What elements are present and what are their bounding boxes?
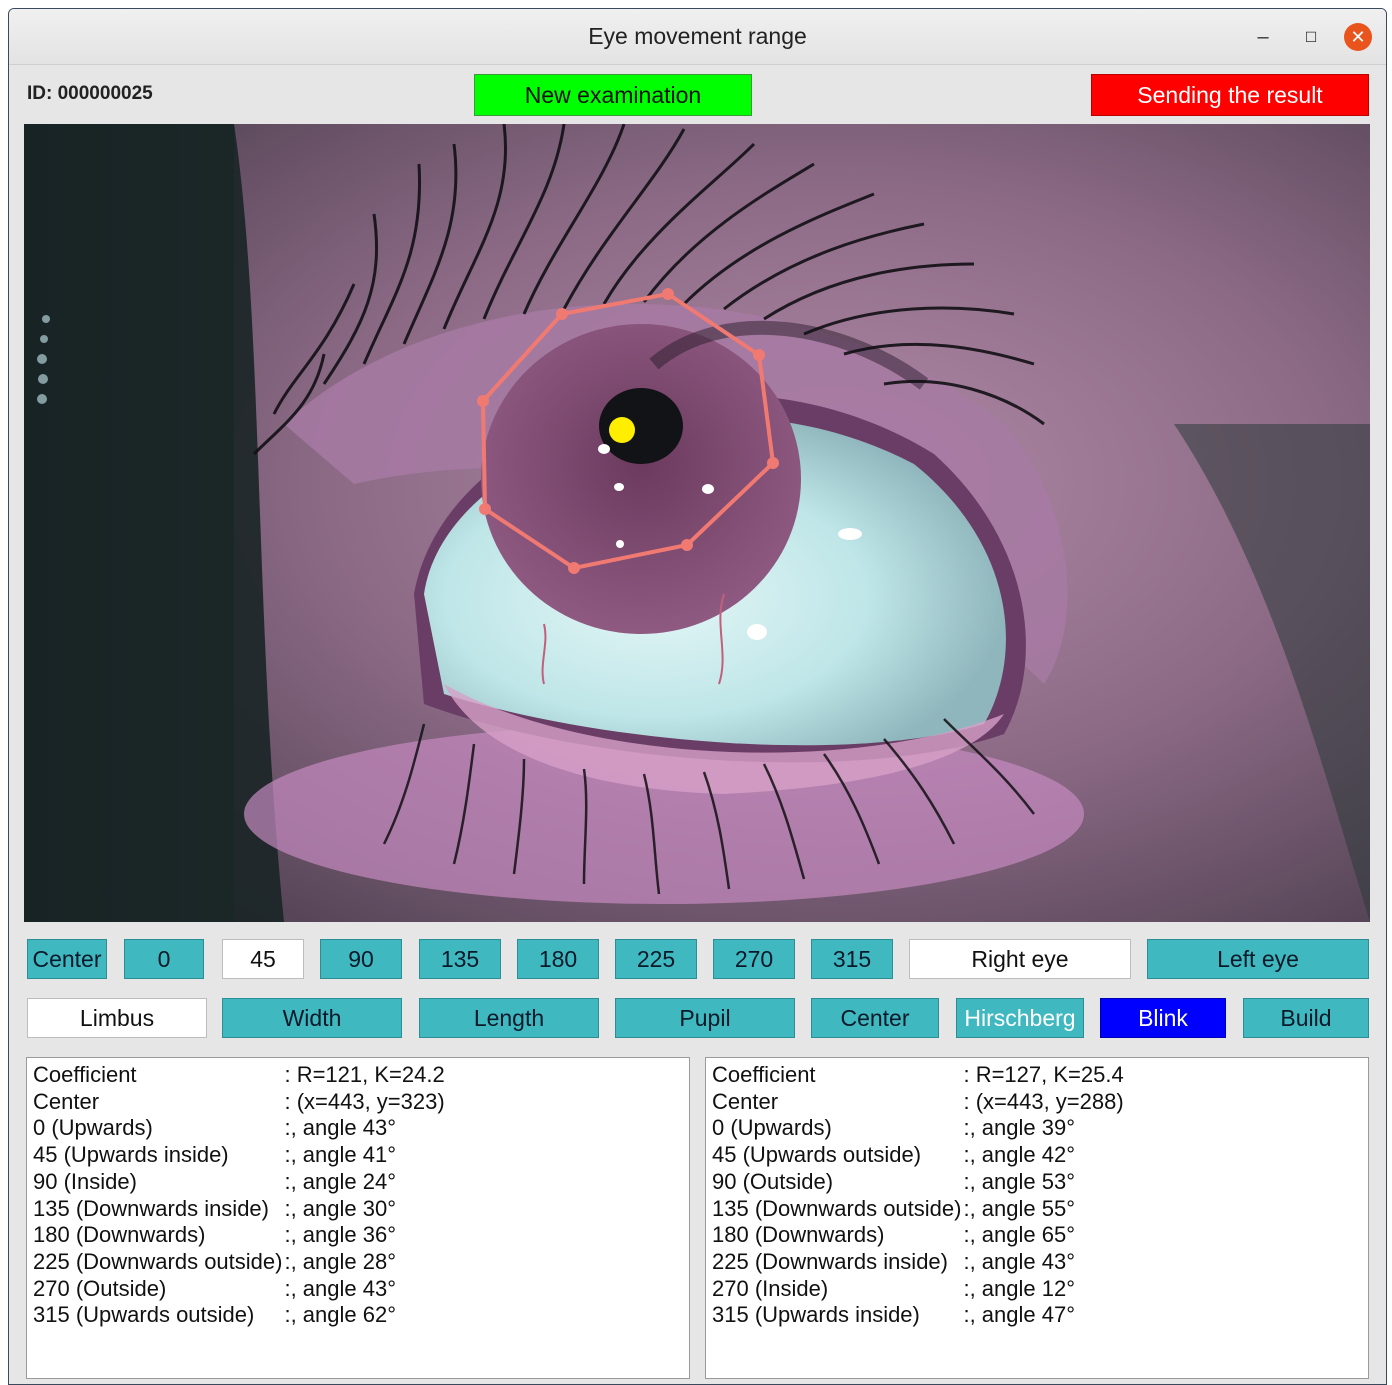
result-value: :, angle 65° bbox=[963, 1222, 1076, 1248]
result-key: 90 (Inside) bbox=[33, 1168, 137, 1194]
result-value: : (x=443, y=288) bbox=[963, 1088, 1124, 1114]
result-value: :, angle 43° bbox=[284, 1115, 397, 1141]
result-value: :, angle 36° bbox=[284, 1222, 397, 1248]
result-key: 270 (Inside) bbox=[712, 1275, 829, 1301]
pupil-button[interactable]: Pupil bbox=[615, 998, 795, 1038]
hirschberg-button[interactable]: Hirschberg bbox=[956, 998, 1084, 1038]
patient-id-label: ID: 000000025 bbox=[27, 83, 153, 104]
result-value: : R=127, K=25.4 bbox=[963, 1062, 1124, 1087]
result-value: :, angle 43° bbox=[963, 1248, 1076, 1274]
result-key: 225 (Downwards inside) bbox=[712, 1248, 948, 1274]
result-value: :, angle 12° bbox=[963, 1275, 1076, 1301]
result-key: 45 (Upwards inside) bbox=[33, 1142, 229, 1168]
pupil-center-marker bbox=[609, 417, 635, 443]
close-icon[interactable]: ✕ bbox=[1344, 23, 1372, 51]
table-row: Center : (x=443, y=288) bbox=[712, 1089, 1124, 1116]
direction-button-90[interactable]: 90 bbox=[320, 939, 402, 979]
send-result-button[interactable]: Sending the result bbox=[1091, 74, 1369, 116]
limbus-button[interactable]: Limbus bbox=[27, 998, 207, 1038]
result-key: 225 (Downwards outside) bbox=[33, 1248, 283, 1274]
table-row: Coefficient : R=127, K=25.4 bbox=[712, 1062, 1124, 1089]
table-row: 270 (Inside) :, angle 12° bbox=[712, 1276, 1124, 1303]
result-key: 135 (Downwards outside) bbox=[712, 1195, 962, 1221]
direction-button-270[interactable]: 270 bbox=[713, 939, 795, 979]
result-value: :, angle 62° bbox=[284, 1302, 397, 1328]
table-row: 315 (Upwards outside) :, angle 62° bbox=[33, 1302, 445, 1329]
window-title: Eye movement range bbox=[588, 23, 807, 49]
result-key: Center bbox=[33, 1088, 100, 1114]
right-eye-results-panel[interactable]: Coefficient : R=121, K=24.2 Center : (x=44… bbox=[26, 1057, 690, 1379]
direction-button-180[interactable]: 180 bbox=[517, 939, 599, 979]
result-key: 180 (Downwards) bbox=[33, 1222, 206, 1248]
direction-button-0[interactable]: 0 bbox=[124, 939, 204, 979]
left-eye-results-table: Coefficient : R=127, K=25.4 Center : (x=44… bbox=[712, 1062, 1124, 1329]
table-row: 90 (Inside) :, angle 24° bbox=[33, 1169, 445, 1196]
direction-button-45[interactable]: 45 bbox=[222, 939, 304, 979]
table-row: 315 (Upwards inside) :, angle 47° bbox=[712, 1302, 1124, 1329]
table-row: Coefficient : R=121, K=24.2 bbox=[33, 1062, 445, 1089]
result-key: 180 (Downwards) bbox=[712, 1222, 885, 1248]
result-value: :, angle 53° bbox=[963, 1168, 1076, 1194]
result-key: 45 (Upwards outside) bbox=[712, 1142, 922, 1168]
result-value: :, angle 39° bbox=[963, 1115, 1076, 1141]
direction-button-225[interactable]: 225 bbox=[615, 939, 697, 979]
result-key: Coefficient bbox=[33, 1062, 137, 1087]
app-window: Eye movement range – ☐ ✕ ID: 000000025 N… bbox=[8, 8, 1387, 1385]
direction-button-135[interactable]: 135 bbox=[419, 939, 501, 979]
result-value: :, angle 30° bbox=[284, 1195, 397, 1221]
maximize-icon[interactable]: ☐ bbox=[1297, 23, 1325, 51]
result-value: :, angle 28° bbox=[284, 1248, 397, 1274]
result-key: Center bbox=[712, 1088, 779, 1114]
minimize-icon[interactable]: – bbox=[1249, 23, 1277, 51]
left-eye-button[interactable]: Left eye bbox=[1147, 939, 1369, 979]
result-value: : (x=443, y=323) bbox=[284, 1088, 445, 1114]
result-value: :, angle 47° bbox=[963, 1302, 1076, 1328]
table-row: 135 (Downwards inside) :, angle 30° bbox=[33, 1196, 445, 1223]
direction-button-315[interactable]: 315 bbox=[811, 939, 893, 979]
table-row: 270 (Outside) :, angle 43° bbox=[33, 1276, 445, 1303]
table-row: 0 (Upwards) :, angle 39° bbox=[712, 1115, 1124, 1142]
blink-button[interactable]: Blink bbox=[1100, 998, 1226, 1038]
table-row: 180 (Downwards) :, angle 65° bbox=[712, 1222, 1124, 1249]
direction-button-center[interactable]: Center bbox=[27, 939, 107, 979]
eye-image-view[interactable] bbox=[24, 124, 1370, 922]
result-key: 0 (Upwards) bbox=[33, 1115, 153, 1141]
table-row: 135 (Downwards outside):, angle 55° bbox=[712, 1196, 1124, 1223]
table-row: 90 (Outside) :, angle 53° bbox=[712, 1169, 1124, 1196]
length-button[interactable]: Length bbox=[419, 998, 599, 1038]
table-row: Center : (x=443, y=323) bbox=[33, 1089, 445, 1116]
result-value: :, angle 41° bbox=[284, 1142, 397, 1168]
result-key: Coefficient bbox=[712, 1062, 816, 1087]
table-row: 180 (Downwards) :, angle 36° bbox=[33, 1222, 445, 1249]
result-value: :, angle 43° bbox=[284, 1275, 397, 1301]
result-key: 90 (Outside) bbox=[712, 1168, 834, 1194]
result-key: 315 (Upwards outside) bbox=[33, 1302, 255, 1328]
table-row: 225 (Downwards outside):, angle 28° bbox=[33, 1249, 445, 1276]
width-button[interactable]: Width bbox=[222, 998, 402, 1038]
build-button[interactable]: Build bbox=[1243, 998, 1369, 1038]
result-value: : R=121, K=24.2 bbox=[284, 1062, 445, 1087]
center-tool-button[interactable]: Center bbox=[811, 998, 939, 1038]
result-key: 135 (Downwards inside) bbox=[33, 1195, 269, 1221]
result-value: :, angle 42° bbox=[963, 1142, 1076, 1168]
right-eye-results-table: Coefficient : R=121, K=24.2 Center : (x=44… bbox=[33, 1062, 445, 1329]
table-row: 225 (Downwards inside) :, angle 43° bbox=[712, 1249, 1124, 1276]
eye-photo bbox=[24, 124, 1370, 922]
result-key: 0 (Upwards) bbox=[712, 1115, 832, 1141]
title-bar: Eye movement range – ☐ ✕ bbox=[9, 9, 1386, 65]
result-key: 270 (Outside) bbox=[33, 1275, 167, 1301]
new-examination-button[interactable]: New examination bbox=[474, 74, 752, 116]
result-value: :, angle 55° bbox=[963, 1195, 1076, 1221]
table-row: 45 (Upwards inside) :, angle 41° bbox=[33, 1142, 445, 1169]
table-row: 0 (Upwards) :, angle 43° bbox=[33, 1115, 445, 1142]
result-key: 315 (Upwards inside) bbox=[712, 1302, 920, 1328]
right-eye-button[interactable]: Right eye bbox=[909, 939, 1131, 979]
table-row: 45 (Upwards outside) :, angle 42° bbox=[712, 1142, 1124, 1169]
left-eye-results-panel[interactable]: Coefficient : R=127, K=25.4 Center : (x=44… bbox=[705, 1057, 1369, 1379]
result-value: :, angle 24° bbox=[284, 1168, 397, 1194]
